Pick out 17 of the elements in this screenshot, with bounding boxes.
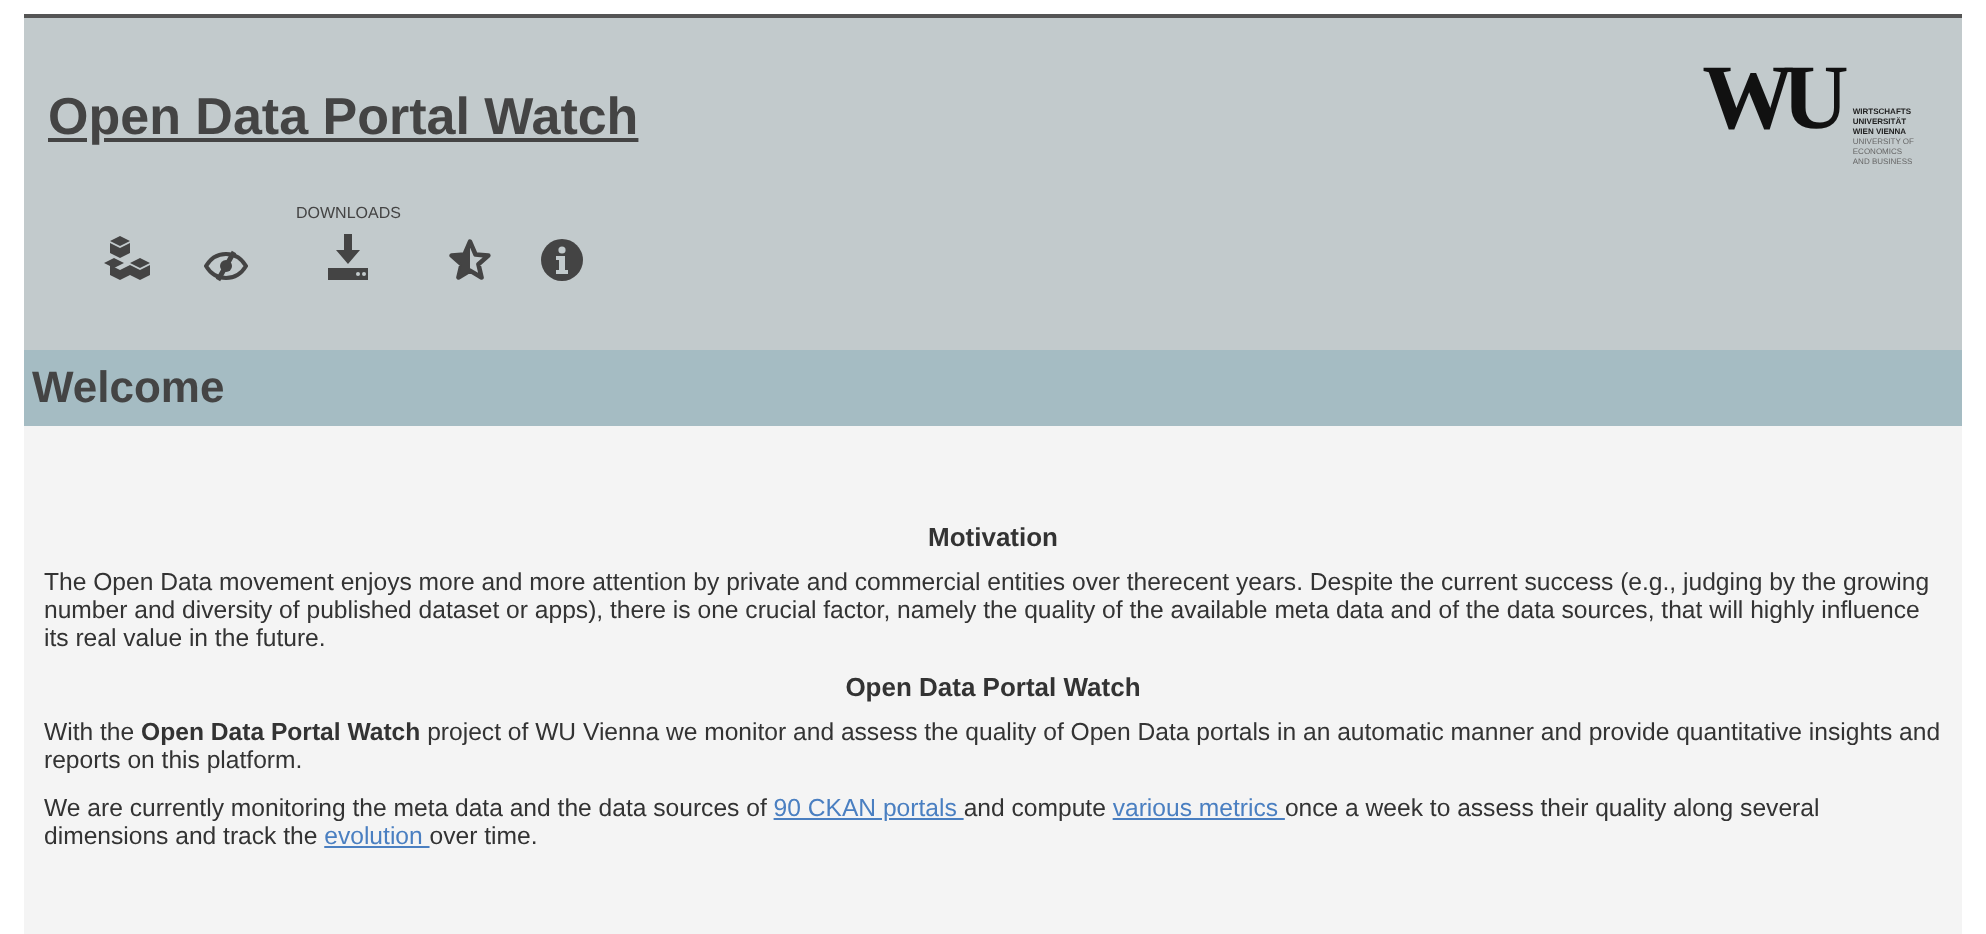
link[interactable]: 90 CKAN portals — [773, 794, 964, 822]
link[interactable]: evolution — [324, 822, 430, 850]
download-icon[interactable] — [326, 234, 371, 282]
section-heading: Open Data Portal Watch — [843, 672, 1143, 702]
section-title: Welcome — [32, 362, 225, 414]
nav-label: DOWNLOADS — [296, 204, 401, 222]
eye-slash-icon[interactable] — [204, 250, 248, 282]
logo-mark: WU — [1702, 58, 1837, 138]
star-icon[interactable] — [448, 238, 493, 282]
paragraph: With the Open Data Portal Watch project of WU Vienna we monitor and assess the quality of Open Data portals in an automatic manner and provide quantitative insights and reports on this platform. — [44, 718, 1942, 774]
site-title-link[interactable]: Open Data Portal Watch — [48, 86, 639, 148]
cubes-icon[interactable] — [104, 234, 156, 282]
paragraph: We are currently monitoring the meta data and the data sources of 90 CKAN portals and compute various metrics once a week to assess their quality along several dimensions and track the evolution over time. — [44, 794, 1822, 850]
paragraph: The Open Data movement enjoys more and more attention by private and commercial entities over therecent years. Despite the current success (e.g., judging by the growing number and diversity of published dataset or apps), there is one crucial factor, namely the quality of the available meta data and of the data sources, that will highly influence its real value in the future. — [44, 568, 1932, 652]
section-heading: Motivation — [926, 522, 1060, 552]
link[interactable]: various metrics — [1112, 794, 1285, 822]
info-icon[interactable] — [540, 238, 585, 282]
